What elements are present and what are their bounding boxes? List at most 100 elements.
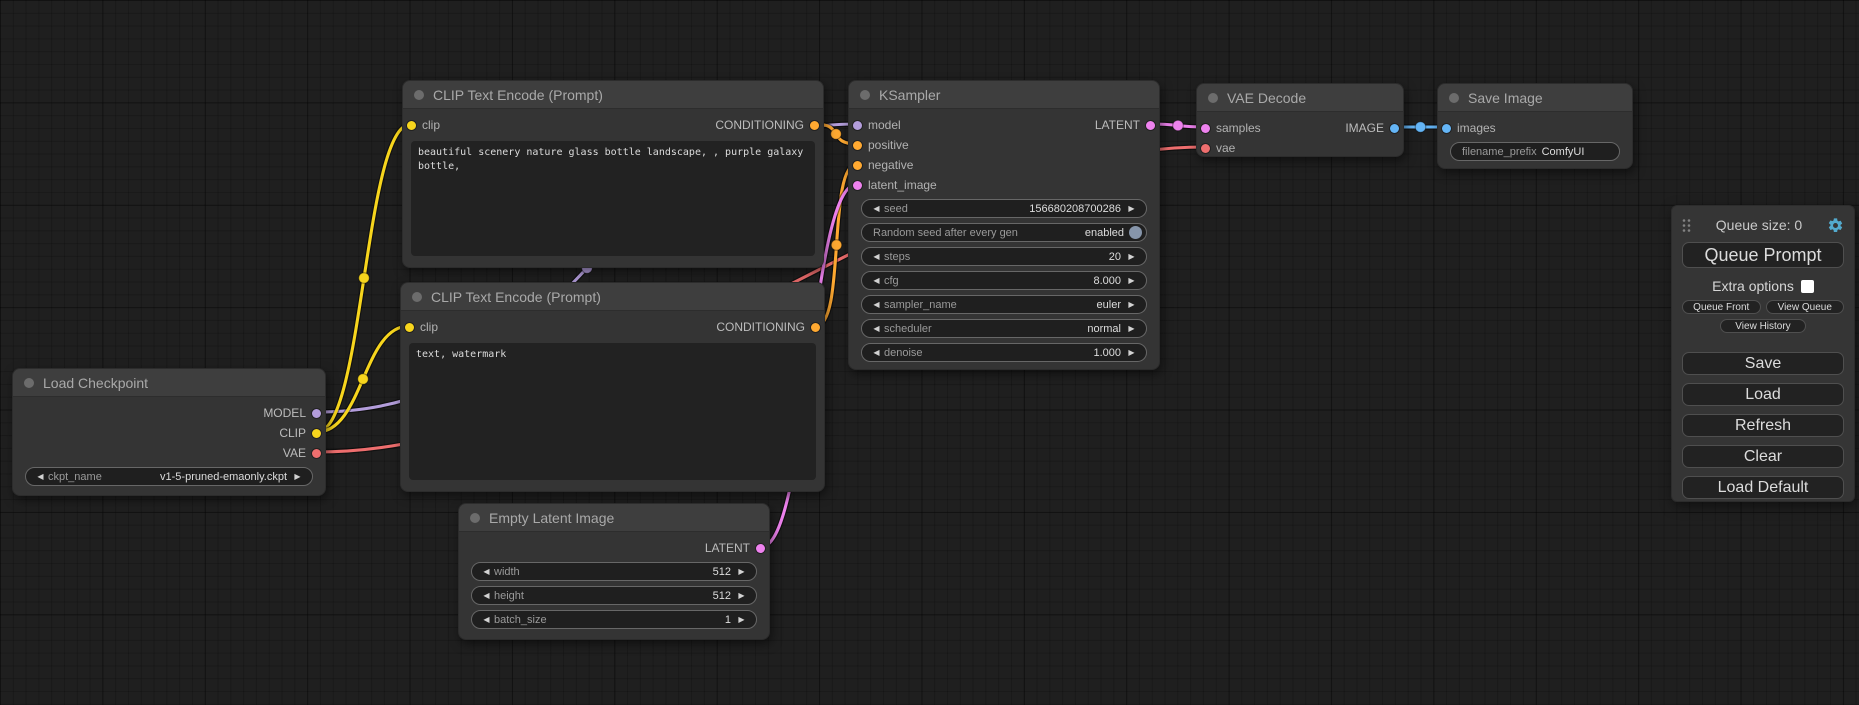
output-slot-dot[interactable] [756,544,765,553]
input-slot-latent-image[interactable]: latent_image [849,178,937,192]
link-midpoint-dot-positive-conditioning[interactable] [831,129,842,140]
widget-scheduler[interactable]: ◀schedulernormal▶ [861,319,1147,338]
input-slot-dot[interactable] [853,141,862,150]
decrement-arrow-icon[interactable]: ◀ [871,325,882,333]
node-header[interactable]: KSampler [849,81,1159,109]
increment-arrow-icon[interactable]: ▶ [1126,301,1137,309]
input-slot-vae[interactable]: vae [1197,141,1235,155]
increment-arrow-icon[interactable]: ▶ [1126,277,1137,285]
increment-arrow-icon[interactable]: ▶ [1126,253,1137,261]
collapse-dot-icon[interactable] [412,292,422,302]
increment-arrow-icon[interactable]: ▶ [736,592,747,600]
widget-batch-size[interactable]: ◀batch_size1▶ [471,610,757,629]
decrement-arrow-icon[interactable]: ◀ [481,568,492,576]
output-slot-dot[interactable] [312,429,321,438]
prompt-textarea[interactable]: text, watermark [409,343,816,480]
link-midpoint-dot-image[interactable] [1415,122,1426,133]
node-ksampler[interactable]: KSampler model LATENT positive negative laten… [848,80,1160,370]
widget-denoise[interactable]: ◀denoise1.000▶ [861,343,1147,362]
output-slot-image[interactable]: IMAGE [1345,121,1403,135]
widget-cfg[interactable]: ◀cfg8.000▶ [861,271,1147,290]
input-slot-clip[interactable]: clip [401,320,438,334]
increment-arrow-icon[interactable]: ▶ [292,473,303,481]
widget-seed[interactable]: ◀seed156680208700286▶ [861,199,1147,218]
increment-arrow-icon[interactable]: ▶ [1126,349,1137,357]
node-empty-latent-image[interactable]: Empty Latent Image LATENT ◀width512▶ ◀heigh… [458,503,770,640]
widget-width[interactable]: ◀width512▶ [471,562,757,581]
output-slot-conditioning[interactable]: CONDITIONING [715,118,823,132]
node-vae-decode[interactable]: VAE Decode samples IMAGE vae [1196,83,1404,157]
link-midpoint-dot-negative-conditioning[interactable] [831,240,842,251]
input-slot-positive[interactable]: positive [849,138,909,152]
decrement-arrow-icon[interactable]: ◀ [871,205,882,213]
decrement-arrow-icon[interactable]: ◀ [871,253,882,261]
decrement-arrow-icon[interactable]: ◀ [35,473,46,481]
decrement-arrow-icon[interactable]: ◀ [481,592,492,600]
increment-arrow-icon[interactable]: ▶ [736,568,747,576]
output-slot-clip[interactable]: CLIP [279,426,325,440]
input-slot-dot[interactable] [407,121,416,130]
collapse-dot-icon[interactable] [1449,93,1459,103]
widget-height[interactable]: ◀height512▶ [471,586,757,605]
settings-gear-icon[interactable] [1827,217,1844,234]
view-queue-button[interactable]: View Queue [1766,300,1845,314]
widget-sampler-name[interactable]: ◀sampler_nameeuler▶ [861,295,1147,314]
output-slot-dot[interactable] [312,409,321,418]
collapse-dot-icon[interactable] [24,378,34,388]
widget-ckpt-name[interactable]: ◀ckpt_namev1-5-pruned-emaonly.ckpt▶ [25,467,313,486]
node-header[interactable]: Empty Latent Image [459,504,769,532]
output-slot-latent[interactable]: LATENT [1095,118,1159,132]
input-slot-negative[interactable]: negative [849,158,913,172]
widget-steps[interactable]: ◀steps20▶ [861,247,1147,266]
queue-front-button[interactable]: Queue Front [1682,300,1761,314]
widget-filename-prefix[interactable]: filename_prefixComfyUI [1450,142,1620,161]
input-slot-images[interactable]: images [1438,121,1496,135]
node-header[interactable]: Load Checkpoint [13,369,325,397]
node-load-checkpoint[interactable]: Load Checkpoint MODEL CLIP VAE ◀ckpt_namev1-… [12,368,326,496]
output-slot-conditioning[interactable]: CONDITIONING [716,320,824,334]
output-slot-dot[interactable] [1146,121,1155,130]
output-slot-dot[interactable] [810,121,819,130]
decrement-arrow-icon[interactable]: ◀ [871,349,882,357]
prompt-textarea[interactable]: beautiful scenery nature glass bottle la… [411,141,815,256]
output-slot-dot[interactable] [1390,124,1399,133]
decrement-arrow-icon[interactable]: ◀ [871,301,882,309]
node-header[interactable]: Save Image [1438,84,1632,112]
node-graph-canvas[interactable]: Load Checkpoint MODEL CLIP VAE ◀ckpt_namev1-… [0,0,1859,705]
input-slot-samples[interactable]: samples [1197,121,1261,135]
node-header[interactable]: CLIP Text Encode (Prompt) [403,81,823,109]
node-clip-text-encode-negative[interactable]: CLIP Text Encode (Prompt) clip CONDITIONIN… [400,282,825,492]
extra-options-checkbox[interactable] [1801,280,1814,293]
widget-random-seed-after-every-gen[interactable]: Random seed after every genenabled [861,223,1147,242]
collapse-dot-icon[interactable] [414,90,424,100]
view-history-button[interactable]: View History [1720,319,1806,333]
increment-arrow-icon[interactable]: ▶ [1126,325,1137,333]
output-slot-vae[interactable]: VAE [283,446,325,460]
increment-arrow-icon[interactable]: ▶ [1126,205,1137,213]
collapse-dot-icon[interactable] [860,90,870,100]
input-slot-dot[interactable] [1201,144,1210,153]
link-midpoint-dot-clip-to-positive[interactable] [359,273,370,284]
input-slot-clip[interactable]: clip [403,118,440,132]
input-slot-dot[interactable] [1442,124,1451,133]
decrement-arrow-icon[interactable]: ◀ [481,616,492,624]
collapse-dot-icon[interactable] [1208,93,1218,103]
queue-prompt-button[interactable]: Queue Prompt [1682,242,1844,268]
node-header[interactable]: CLIP Text Encode (Prompt) [401,283,824,311]
node-clip-text-encode-positive[interactable]: CLIP Text Encode (Prompt) clip CONDITIONIN… [402,80,824,268]
input-slot-dot[interactable] [853,121,862,130]
output-slot-model[interactable]: MODEL [263,406,325,420]
input-slot-dot[interactable] [853,181,862,190]
link-midpoint-dot-clip-to-negative[interactable] [358,374,369,385]
toggle-knob-icon[interactable] [1129,226,1142,239]
drag-handle-icon[interactable] [1682,218,1691,233]
node-header[interactable]: VAE Decode [1197,84,1403,112]
increment-arrow-icon[interactable]: ▶ [736,616,747,624]
load-button[interactable]: Load [1682,383,1844,406]
output-slot-latent[interactable]: LATENT [705,541,769,555]
output-slot-dot[interactable] [811,323,820,332]
input-slot-model[interactable]: model [849,118,901,132]
refresh-button[interactable]: Refresh [1682,414,1844,437]
clear-button[interactable]: Clear [1682,445,1844,468]
output-slot-dot[interactable] [312,449,321,458]
